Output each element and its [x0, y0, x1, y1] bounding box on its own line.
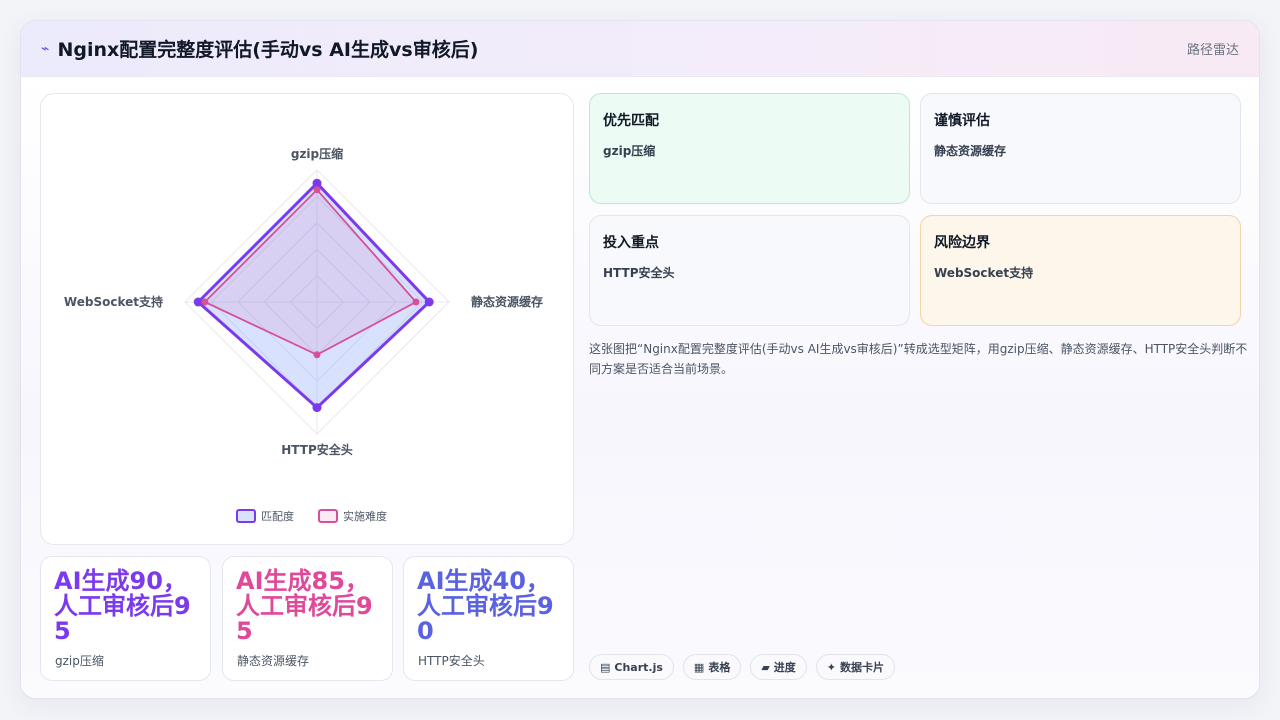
stat-card-static-cache: AI生成85，人工审核后95 静态资源缓存	[222, 556, 393, 681]
radar-axis-label: 静态资源缓存	[471, 294, 543, 309]
tile-title: 投入重点	[603, 235, 659, 251]
radar-data-point	[312, 403, 322, 413]
legend-label: 匹配度	[261, 509, 294, 523]
stat-value: AI生成85，人工审核后95	[236, 567, 373, 645]
header: ⌁ Nginx配置完整度评估(手动vs AI生成vs审核后) 路径雷达	[21, 21, 1259, 77]
sparkle-icon: ✦	[826, 660, 837, 674]
tile-investment-focus: 投入重点 HTTP安全头	[589, 215, 910, 326]
chart-type-label: 路径雷达	[1186, 43, 1239, 58]
chip-table[interactable]: ▦ 表格	[682, 654, 742, 680]
tile-title: 风险边界	[934, 235, 990, 251]
legend-swatch	[318, 509, 338, 523]
radar-axis-label: WebSocket支持	[64, 294, 163, 309]
legend-label: 实施难度	[343, 509, 387, 523]
content: gzip压缩 静态资源缓存 HTTP安全头 WebSocket支持 匹配度 实施难度 AI…	[21, 77, 1259, 698]
radar-axis-label: HTTP安全头	[281, 442, 353, 457]
table-icon: ▦	[693, 660, 705, 674]
tile-value: gzip压缩	[603, 144, 656, 158]
page-title: Nginx配置完整度评估(手动vs AI生成vs审核后)	[57, 39, 479, 61]
stat-label: gzip压缩	[55, 654, 104, 668]
radar-axis-label: gzip压缩	[291, 146, 343, 161]
logo-icon: ⌁	[41, 40, 50, 57]
stat-label: 静态资源缓存	[237, 654, 310, 668]
tile-value: HTTP安全头	[603, 266, 675, 280]
legend-swatch	[236, 509, 256, 523]
radar-chart-card: gzip压缩静态资源缓存 HTTP安全头 WebSocket支持匹配度 实施难度	[40, 93, 574, 545]
tile-priority-match: 优先匹配 gzip压缩	[589, 93, 910, 204]
feature-chips: ▤ Chart.js ▦ 表格 ▰ 进度 ✦ 数据卡片	[589, 654, 896, 680]
radar-data-point	[424, 297, 434, 307]
tile-careful-eval: 谨慎评估 静态资源缓存	[920, 93, 1241, 204]
radar-chart: gzip压缩静态资源缓存 HTTP安全头 WebSocket支持匹配度 实施难度	[64, 146, 543, 523]
tile-value: 静态资源缓存	[934, 144, 1007, 158]
chip-label: Chart.js	[614, 660, 663, 674]
tile-title: 谨慎评估	[934, 113, 990, 129]
radar-data-point	[412, 298, 420, 306]
stat-value: AI生成40，人工审核后90	[417, 567, 554, 645]
tile-value: WebSocket支持	[934, 266, 1034, 280]
radar-data-point	[313, 351, 321, 359]
chip-chartjs[interactable]: ▤ Chart.js	[589, 654, 674, 680]
chip-progress[interactable]: ▰ 进度	[750, 654, 807, 680]
radar-data-point	[201, 298, 209, 306]
stat-card-http-headers: AI生成40，人工审核后90 HTTP安全头	[403, 556, 574, 681]
chip-label: 进度	[773, 661, 796, 674]
stat-value: AI生成90，人工审核后95	[54, 567, 191, 645]
chart-description: 这张图把“Nginx配置完整度评估(手动vs AI生成vs审核后)”转成选型矩阵…	[589, 342, 1248, 376]
stat-label: HTTP安全头	[418, 654, 485, 668]
chart-icon: ▤	[600, 660, 611, 674]
chip-data-cards[interactable]: ✦ 数据卡片	[815, 654, 896, 680]
chip-label: 数据卡片	[840, 661, 885, 674]
app-frame: ⌁ Nginx配置完整度评估(手动vs AI生成vs审核后) 路径雷达 gzip…	[20, 20, 1260, 699]
tile-title: 优先匹配	[603, 113, 659, 129]
tile-risk-boundary: 风险边界 WebSocket支持	[920, 215, 1241, 326]
chip-label: 表格	[708, 661, 731, 674]
progress-icon: ▰	[761, 660, 770, 674]
stat-card-gzip: AI生成90，人工审核后95 gzip压缩	[40, 556, 211, 681]
radar-data-point	[313, 186, 321, 194]
